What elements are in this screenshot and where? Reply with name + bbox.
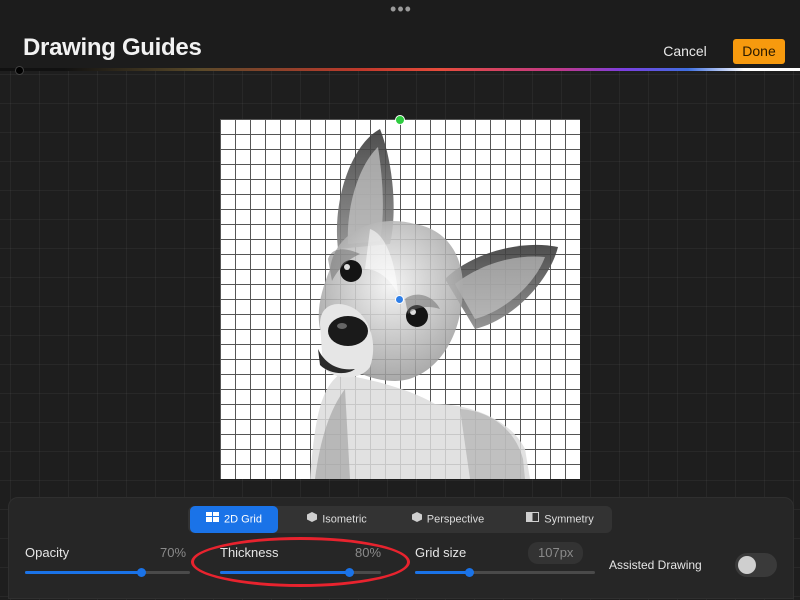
grid-color-slider[interactable] [0,68,800,71]
grid-size-slider-fill [415,571,469,574]
tab-label: Isometric [322,513,367,526]
thickness-value: 80% [355,545,382,560]
done-button[interactable]: Done [733,39,785,64]
page-title: Drawing Guides [23,34,202,61]
opacity-slider[interactable] [25,568,190,577]
grid-icon [206,506,220,533]
grid-center-handle[interactable] [395,295,404,304]
opacity-label: Opacity [25,545,70,560]
grid-color-knob[interactable] [15,66,24,75]
thickness-slider-knob[interactable] [344,568,354,577]
thickness-slider[interactable] [220,568,381,577]
assisted-drawing-toggle[interactable] [735,553,777,577]
opacity-slider-knob[interactable] [136,568,146,577]
grid-size-slider[interactable] [415,568,595,577]
symmetry-icon [526,506,540,533]
toggle-knob [738,556,756,574]
cube-icon [411,506,422,533]
tab-label: Symmetry [544,513,594,526]
tab-symmetry[interactable]: Symmetry [515,506,605,533]
more-dots-icon[interactable]: ••• [390,0,412,18]
grid-size-value[interactable]: 107px [528,542,584,564]
grid-size-label: Grid size [415,545,467,560]
cube-icon [307,506,318,533]
tab-isometric[interactable]: Isometric [296,506,378,533]
opacity-value: 70% [160,545,187,560]
rotation-handle[interactable] [395,115,405,125]
grid-size-slider-knob[interactable] [465,568,474,577]
tab-2d-grid[interactable]: 2D Grid [190,506,278,533]
thickness-slider-fill [220,571,349,574]
tab-label: Perspective [426,513,485,526]
tab-perspective[interactable]: Perspective [398,506,498,533]
opacity-slider-fill [25,571,141,574]
cancel-button[interactable]: Cancel [655,38,715,64]
thickness-label: Thickness [220,545,279,560]
assisted-drawing-label: Assisted Drawing [609,558,702,572]
tab-label: 2D Grid [224,513,262,526]
